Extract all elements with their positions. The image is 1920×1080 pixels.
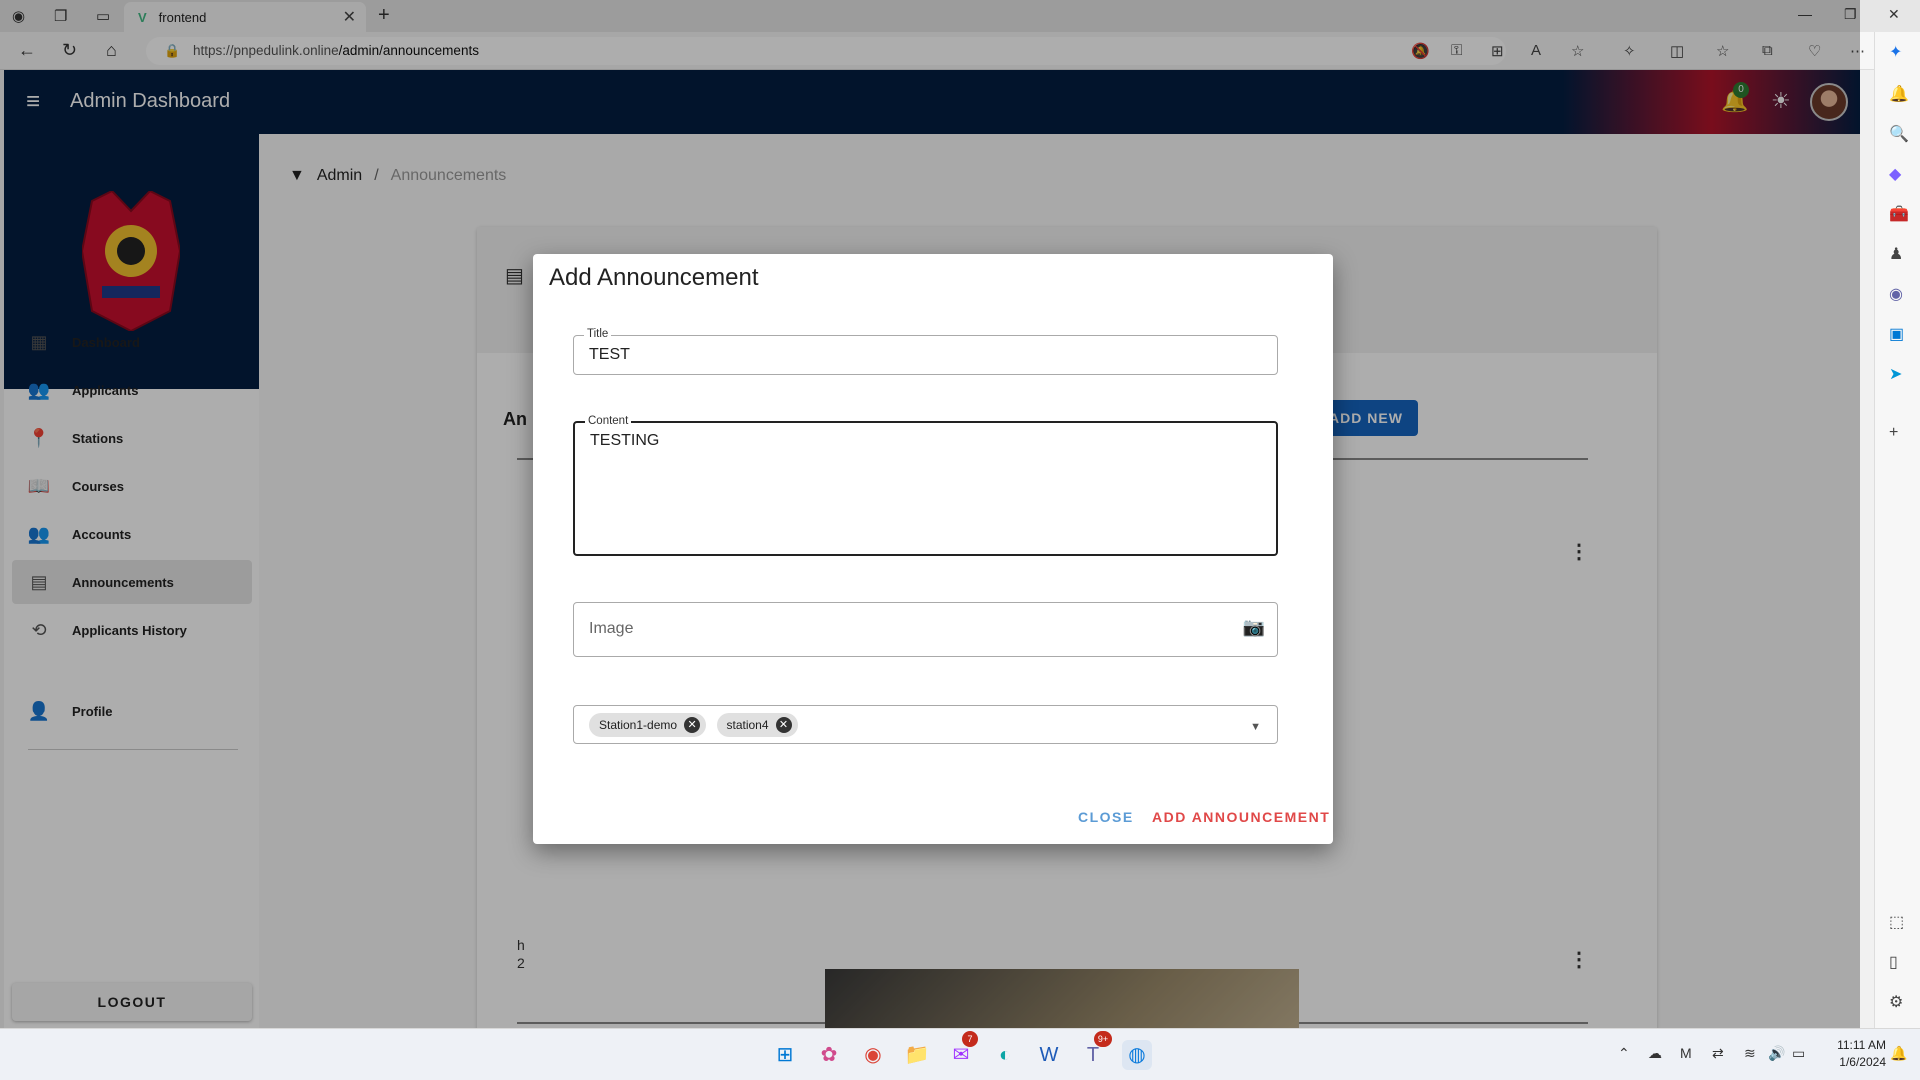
dropdown-arrow-icon[interactable]: ▼ (1250, 721, 1261, 733)
tools-icon[interactable]: 🧰 (1889, 204, 1909, 224)
title-field-value: TEST (589, 346, 630, 363)
page-scrollbar[interactable] (1860, 70, 1874, 1028)
chip-label: station4 (726, 718, 769, 732)
settings-gear-icon[interactable]: ⚙ (1889, 992, 1903, 1012)
microsoft365-icon[interactable]: ◉ (1889, 284, 1903, 304)
chip-label: Station1-demo (599, 718, 678, 732)
panel-layout-icon[interactable]: ▯ (1889, 952, 1898, 972)
windows-taskbar: ⊞ ✿ ◉ 📁 ✉ 7 ◐ W T 9+ ◍ ⌃ ☁ M ⇄ ≋ 🔊 ▭ 11:… (0, 1028, 1920, 1080)
chip-remove-icon[interactable]: ✕ (684, 717, 701, 733)
dialog-title: Add Announcement (549, 264, 759, 291)
edge-beta-icon[interactable]: ◐ (990, 1040, 1020, 1070)
telegram-icon[interactable]: ➤ (1889, 364, 1902, 384)
teams-badge: 9+ (1094, 1031, 1112, 1047)
messenger-badge: 7 (962, 1031, 978, 1047)
outlook-icon[interactable]: ▣ (1889, 324, 1904, 344)
file-explorer-icon[interactable]: 📁 (902, 1040, 932, 1070)
add-panel-icon[interactable]: + (1889, 424, 1898, 442)
shopping-icon[interactable]: ◆ (1889, 164, 1901, 184)
copilot-icon[interactable]: ✦ (1889, 42, 1902, 62)
tray-chevron-icon[interactable]: ⌃ (1618, 1045, 1630, 1062)
close-button[interactable]: CLOSE (1078, 809, 1134, 825)
content-field-value: TESTING (590, 432, 660, 449)
clock-date: 1/6/2024 (1839, 1055, 1886, 1069)
notification-center-icon[interactable]: 🔔 (1890, 1045, 1907, 1062)
station-chip: station4 ✕ (716, 713, 798, 737)
word-icon[interactable]: W (1034, 1040, 1064, 1070)
image-upload-field[interactable]: Image 📷 (573, 602, 1278, 657)
tray-app-icon[interactable]: M (1680, 1045, 1692, 1061)
add-announcement-button[interactable]: ADD ANNOUNCEMENT (1152, 809, 1330, 825)
chrome-icon[interactable]: ◉ (858, 1040, 888, 1070)
search-icon[interactable]: 🔍 (1889, 124, 1909, 144)
volume-icon[interactable]: 🔊 (1768, 1045, 1785, 1062)
network-sync-icon[interactable]: ⇄ (1712, 1045, 1724, 1062)
add-announcement-dialog: Add Announcement Title TEST Content TEST… (533, 254, 1333, 844)
screenshot-icon[interactable]: ⬚ (1889, 912, 1904, 932)
windows-start-icon[interactable]: ⊞ (770, 1040, 800, 1070)
stations-select[interactable]: Station1-demo ✕ station4 ✕ ▼ (573, 705, 1278, 744)
battery-icon[interactable]: ▭ (1792, 1045, 1805, 1062)
games-icon[interactable]: ♟ (1889, 244, 1903, 264)
onedrive-icon[interactable]: ☁ (1648, 1045, 1662, 1062)
content-field[interactable]: Content TESTING (573, 415, 1278, 556)
copilot-app-icon[interactable]: ✿ (814, 1040, 844, 1070)
title-field-label: Title (584, 328, 612, 340)
camera-icon[interactable]: 📷 (1243, 617, 1265, 638)
system-clock[interactable]: 11:11 AM 1/6/2024 (1816, 1037, 1886, 1071)
title-field[interactable]: Title TEST (573, 328, 1278, 375)
image-field-placeholder: Image (589, 620, 634, 637)
content-field-label: Content (585, 415, 632, 427)
edge-icon[interactable]: ◍ (1122, 1040, 1152, 1070)
clock-time: 11:11 AM (1837, 1038, 1886, 1052)
notification-icon[interactable]: 🔔 (1889, 84, 1909, 104)
chip-remove-icon[interactable]: ✕ (775, 717, 792, 733)
edge-sidebar: ✦ 🔔 🔍 ◆ 🧰 ♟ ◉ ▣ ➤ + ⬚ ▯ ⚙ (1874, 32, 1920, 1028)
wifi-icon[interactable]: ≋ (1744, 1045, 1756, 1062)
window-close-icon[interactable]: ✕ (1888, 6, 1900, 23)
station-chip: Station1-demo ✕ (589, 713, 707, 737)
